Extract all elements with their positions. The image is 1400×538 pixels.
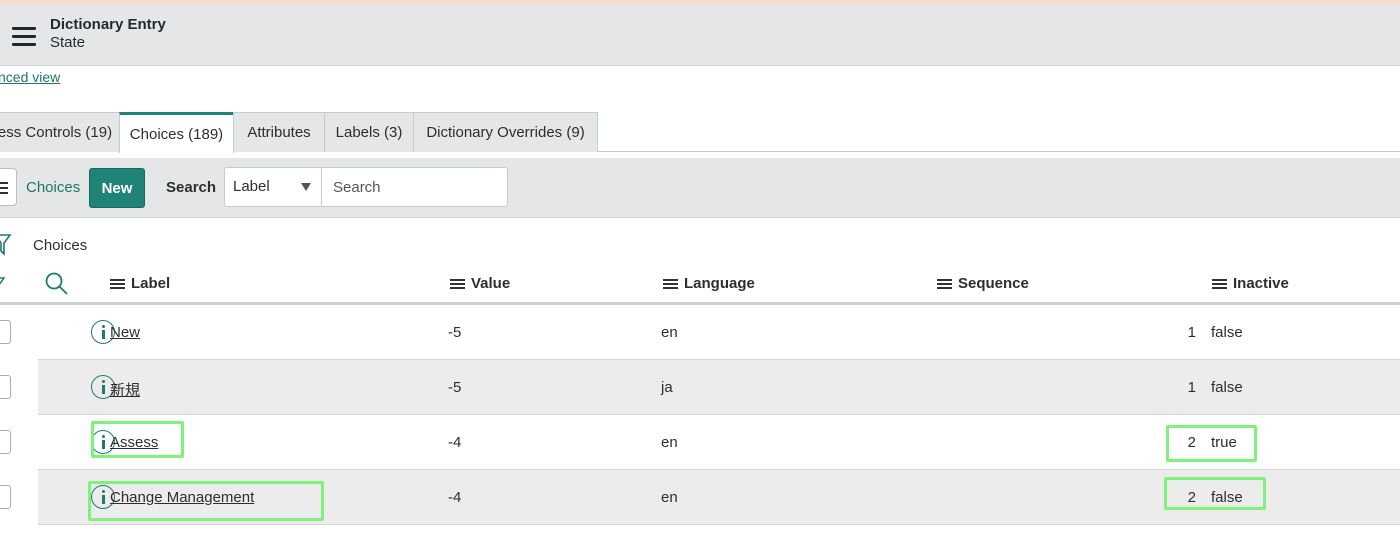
list-toolbar: Choices New Search Label <box>0 158 1400 218</box>
hamburger-menu-icon[interactable] <box>12 27 36 47</box>
cell-language: en <box>661 324 678 341</box>
cell-language: en <box>661 434 678 451</box>
column-header-language[interactable]: Language <box>663 275 755 292</box>
list-context-menu-icon[interactable] <box>0 168 17 206</box>
tab-dictionary-overrides[interactable]: Dictionary Overrides (9) <box>413 112 598 152</box>
column-menu-icon[interactable] <box>110 277 125 291</box>
cell-sequence: 1 <box>1187 324 1196 341</box>
advanced-view-link[interactable]: nced view <box>0 69 60 85</box>
list-title: Choices <box>26 179 81 196</box>
related-list-tabs: ess Controls (19) Choices (189) Attribut… <box>0 112 1400 153</box>
row-checkbox[interactable] <box>0 430 11 454</box>
tab-choices[interactable]: Choices (189) <box>119 112 234 153</box>
row-checkbox[interactable] <box>0 485 11 509</box>
highlight-box <box>91 421 184 458</box>
breadcrumb: Choices <box>33 237 88 254</box>
column-header-value[interactable]: Value <box>450 275 510 292</box>
cell-language: ja <box>661 379 673 396</box>
row-checkbox[interactable] <box>0 320 11 344</box>
search-input[interactable] <box>321 167 508 207</box>
table-row: 新規 -5 ja 1 false <box>38 360 1400 415</box>
cell-language: en <box>661 489 678 506</box>
column-menu-icon[interactable] <box>937 277 952 291</box>
highlight-box <box>1166 425 1257 462</box>
column-menu-icon[interactable] <box>1212 277 1227 291</box>
cell-label[interactable]: 新規 <box>110 379 140 400</box>
personalize-list-icon[interactable] <box>0 276 6 292</box>
cell-inactive: false <box>1211 324 1243 341</box>
table-row: New -5 en 1 false <box>38 305 1400 360</box>
search-icon[interactable] <box>44 271 70 297</box>
row-checkbox[interactable] <box>0 375 11 399</box>
cell-label[interactable]: New <box>110 324 140 341</box>
tab-attributes[interactable]: Attributes <box>233 112 325 152</box>
search-field-selected: Label <box>233 178 270 195</box>
cell-sequence: 1 <box>1187 379 1196 396</box>
cell-value: -4 <box>448 434 462 451</box>
dropdown-caret-icon <box>301 183 311 191</box>
form-header: Dictionary Entry State <box>0 5 1400 66</box>
cell-value: -4 <box>448 489 462 506</box>
cell-inactive: false <box>1211 379 1243 396</box>
search-label: Search <box>166 179 217 196</box>
filter-icon[interactable] <box>0 232 12 258</box>
header-title: Dictionary Entry <box>50 16 166 33</box>
new-button[interactable]: New <box>89 168 145 208</box>
column-header-label[interactable]: Label <box>110 275 170 292</box>
column-menu-icon[interactable] <box>450 277 465 291</box>
search-field-select[interactable]: Label <box>224 167 322 207</box>
header-subtitle: State <box>50 34 86 51</box>
highlight-box <box>1164 477 1266 510</box>
tab-labels[interactable]: Labels (3) <box>324 112 414 152</box>
column-header-inactive[interactable]: Inactive <box>1212 275 1289 292</box>
column-header-sequence[interactable]: Sequence <box>937 275 1029 292</box>
column-menu-icon[interactable] <box>663 277 678 291</box>
highlight-box <box>88 481 324 521</box>
tab-access-controls[interactable]: ess Controls (19) <box>0 112 120 152</box>
cell-value: -5 <box>448 379 462 396</box>
cell-value: -5 <box>448 324 462 341</box>
